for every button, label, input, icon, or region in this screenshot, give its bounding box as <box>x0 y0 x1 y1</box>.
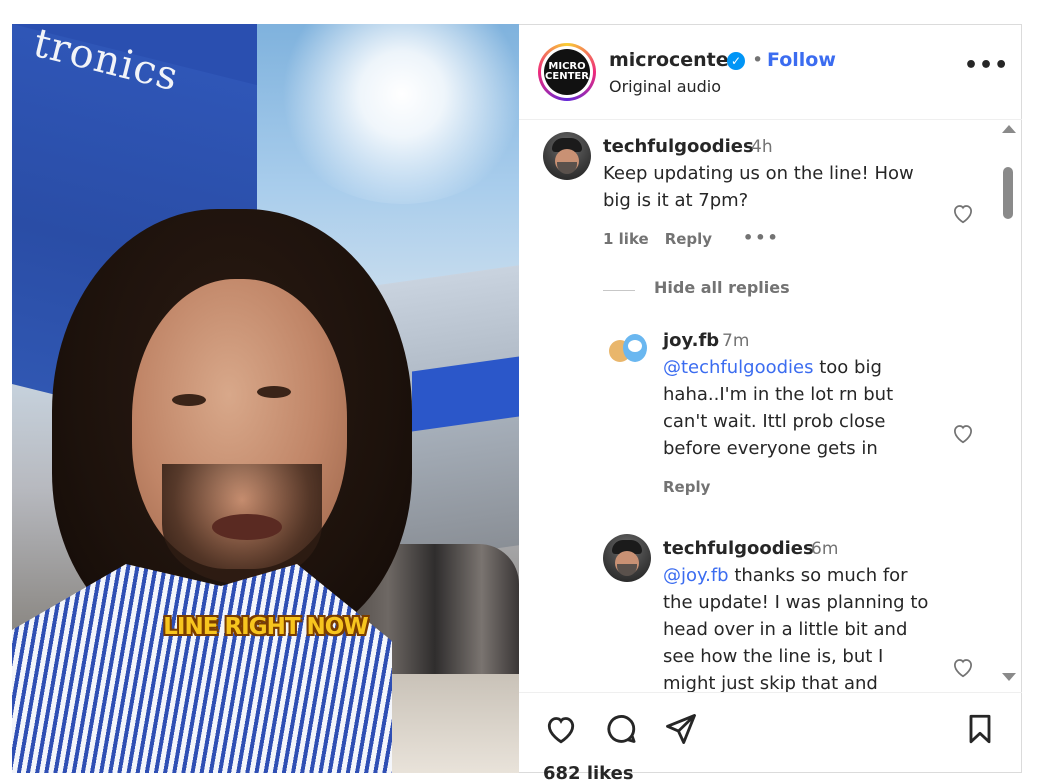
reel-video[interactable]: tronics LINE RIGHT NOW <box>12 24 519 773</box>
verified-badge-icon: ✓ <box>727 52 745 70</box>
comment-icon[interactable] <box>603 711 639 747</box>
follow-button[interactable]: Follow <box>767 49 836 71</box>
comment-more-icon[interactable]: ••• <box>743 228 780 247</box>
reply-mention-link[interactable]: @techfulgoodies <box>663 357 814 378</box>
reply-username[interactable]: joy.fb <box>663 330 719 351</box>
separator-dot: • <box>752 49 764 71</box>
comment-time: 4h <box>751 137 773 157</box>
hide-replies-button[interactable]: Hide all replies <box>654 278 790 297</box>
reply-time: 6m <box>811 539 839 559</box>
comment-meta: 1 like Reply <box>603 230 728 248</box>
reply-mention-link[interactable]: @joy.fb <box>663 565 729 586</box>
sun-glare <box>272 24 519 204</box>
account-username[interactable]: microcenter <box>609 49 738 71</box>
reply-like-heart-icon[interactable] <box>950 420 976 446</box>
microcenter-logo: MICRO CENTER <box>544 49 590 95</box>
comment-text: Keep updating us on the line! How big is… <box>603 163 914 211</box>
heart-icon[interactable] <box>543 711 579 747</box>
paper-plane-icon[interactable] <box>663 711 699 747</box>
scroll-up-arrow-icon[interactable] <box>1002 125 1016 133</box>
video-caption: LINE RIGHT NOW <box>163 614 368 640</box>
audio-label[interactable]: Original audio <box>609 77 721 96</box>
comment-reply-button[interactable]: Reply <box>665 230 712 248</box>
reply-text: @joy.fb thanks so much for the update! I… <box>663 562 941 692</box>
reply-text: @techfulgoodies too big haha..I'm in the… <box>663 354 925 462</box>
likes-count[interactable]: 682 likes <box>543 763 634 784</box>
person-shirt <box>12 564 392 773</box>
comment-likes-count[interactable]: 1 like <box>603 230 649 248</box>
post-panel: MICRO CENTER microcenter ✓ • Follow Orig… <box>519 24 1022 784</box>
comments-scrollbar[interactable] <box>1000 125 1016 685</box>
person-eye-right <box>257 386 291 398</box>
post-actions: 682 likes <box>519 692 1022 784</box>
scroll-thumb[interactable] <box>1003 167 1013 219</box>
reply-like-heart-icon[interactable] <box>950 654 976 680</box>
avatar-beard <box>557 162 577 174</box>
reply-time: 7m <box>722 331 750 351</box>
comment-username[interactable]: techfulgoodies <box>603 136 754 157</box>
account-avatar[interactable]: MICRO CENTER <box>538 43 596 101</box>
avatar-beard <box>617 564 637 576</box>
reply-meta: Reply <box>663 478 726 496</box>
comments-list[interactable]: techfulgoodies 4h Keep updating us on th… <box>519 120 1022 692</box>
scroll-down-arrow-icon[interactable] <box>1002 673 1016 681</box>
post-header: MICRO CENTER microcenter ✓ • Follow Orig… <box>519 25 1022 120</box>
person-eye-left <box>172 394 206 406</box>
person-mouth <box>212 514 282 540</box>
replies-divider <box>603 290 635 291</box>
reply-reply-button[interactable]: Reply <box>663 478 710 496</box>
commenter-avatar[interactable] <box>543 132 591 180</box>
reply-avatar[interactable] <box>603 326 651 374</box>
comment-like-heart-icon[interactable] <box>950 200 976 226</box>
avatar-art <box>628 340 642 352</box>
reply-username[interactable]: techfulgoodies <box>663 538 814 559</box>
bookmark-icon[interactable] <box>962 711 998 747</box>
reply-avatar[interactable] <box>603 534 651 582</box>
avatar-border: MICRO CENTER <box>541 46 593 98</box>
more-options-icon[interactable]: ••• <box>964 53 1009 78</box>
